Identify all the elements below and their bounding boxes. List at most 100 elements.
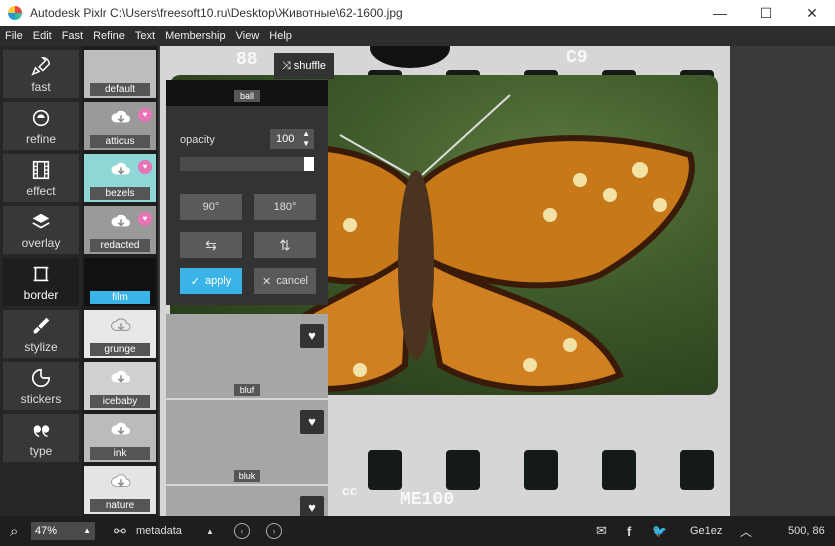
tool-overlay[interactable]: overlay: [3, 206, 79, 254]
thumb-label: ink: [90, 447, 150, 460]
rotate-180-button[interactable]: 180°: [254, 194, 316, 220]
film-variant-bluk[interactable]: ♥ bluk: [166, 400, 328, 484]
caret-up-icon[interactable]: ▲: [206, 516, 214, 546]
check-icon: ✓: [190, 275, 200, 288]
close-button[interactable]: ✕: [789, 0, 835, 26]
minimize-button[interactable]: —: [697, 0, 743, 26]
tool-stickers[interactable]: stickers: [3, 362, 79, 410]
film-code-bottom: ME100: [400, 490, 455, 510]
thumb-label: bezels: [90, 187, 150, 200]
opacity-spinner[interactable]: 100 ▲ ▼: [270, 129, 314, 149]
heart-icon[interactable]: ♥: [300, 324, 324, 348]
border-thumb-redacted[interactable]: ♥ redacted: [84, 206, 156, 254]
border-thumb-film[interactable]: film: [84, 258, 156, 306]
sticker-icon: [31, 368, 51, 387]
border-thumb-grunge[interactable]: grunge: [84, 310, 156, 358]
app-logo-icon: [8, 6, 22, 20]
caret-up-icon: ▲: [83, 526, 91, 535]
metadata-button[interactable]: metadata: [136, 516, 182, 546]
heart-icon[interactable]: ♥: [138, 108, 152, 122]
opacity-slider-fill: [180, 157, 314, 171]
tool-label: border: [23, 287, 59, 302]
border-thumb-bezels[interactable]: ♥ bezels: [84, 154, 156, 202]
shuffle-button[interactable]: ⤨ shuffle: [274, 53, 334, 79]
heart-icon[interactable]: ♥: [138, 212, 152, 226]
tool-label: overlay: [21, 235, 61, 250]
film-code-top: 88: [236, 50, 258, 70]
refine-icon: [32, 109, 50, 126]
tool-label: stylize: [24, 339, 58, 354]
tool-sidebar: fast refine effect overlay border styliz…: [0, 46, 82, 516]
menu-refine[interactable]: Refine: [88, 30, 130, 42]
apply-button[interactable]: ✓ apply: [180, 268, 242, 294]
variant-label: bluf: [234, 384, 260, 396]
username[interactable]: Ge1ez: [690, 516, 722, 546]
film-variant-list: ♥ bluf ♥ bluk ♥: [166, 308, 328, 516]
opacity-label: opacity: [180, 134, 215, 146]
film-code-right: C9: [566, 48, 588, 68]
mail-icon[interactable]: ✉: [596, 516, 607, 546]
film-variant-next[interactable]: ♥: [166, 486, 328, 516]
maximize-button[interactable]: ☐: [743, 0, 789, 26]
shuffle-label: shuffle: [293, 60, 327, 72]
overlay-label-ball: ball: [234, 90, 260, 102]
rotate-90-button[interactable]: 90°: [180, 194, 242, 220]
border-thumb-atticus[interactable]: ♥ atticus: [84, 102, 156, 150]
tool-effect[interactable]: effect: [3, 154, 79, 202]
tool-border[interactable]: border: [3, 258, 79, 306]
film-code-bottom-left: cc: [342, 484, 358, 499]
heart-icon[interactable]: ♥: [300, 496, 324, 516]
menu-help[interactable]: Help: [264, 30, 297, 42]
search-icon[interactable]: ⌕: [10, 516, 18, 546]
film-icon: [32, 160, 50, 179]
thumb-label: nature: [90, 499, 150, 512]
cancel-label: cancel: [276, 275, 308, 287]
zoom-value: 47%: [35, 525, 58, 537]
cloud-download-icon: [111, 162, 130, 175]
flip-vertical-button[interactable]: ⇅: [254, 232, 316, 258]
menu-text[interactable]: Text: [130, 30, 160, 42]
twitter-icon[interactable]: 🐦: [652, 516, 667, 546]
menu-fast[interactable]: Fast: [57, 30, 88, 42]
border-thumb-icebaby[interactable]: icebaby: [84, 362, 156, 410]
heart-icon[interactable]: ♥: [300, 410, 324, 434]
tool-fast[interactable]: fast: [3, 50, 79, 98]
tool-label: effect: [26, 183, 56, 198]
metadata-icon: ⚯: [114, 522, 126, 539]
border-icon: [33, 266, 49, 281]
zoom-input[interactable]: 47% ▲: [31, 522, 95, 540]
border-thumb-ink[interactable]: ink: [84, 414, 156, 462]
opacity-value: 100: [276, 133, 295, 145]
menu-view[interactable]: View: [231, 30, 265, 42]
next-arrow-button[interactable]: ›: [266, 516, 282, 546]
menu-membership[interactable]: Membership: [160, 30, 231, 42]
brush-icon: [33, 317, 50, 333]
facebook-icon[interactable]: f: [627, 516, 631, 546]
tool-stylize[interactable]: stylize: [3, 310, 79, 358]
layers-icon: [32, 213, 50, 228]
border-thumb-nature[interactable]: nature: [84, 466, 156, 514]
flip-horizontal-button[interactable]: ⇆: [180, 232, 242, 258]
thumb-label: default: [90, 83, 150, 96]
chevron-up-icon[interactable]: ︿: [740, 516, 752, 546]
cursor-coordinates: 500, 86: [788, 525, 825, 537]
menu-file[interactable]: File: [0, 30, 28, 42]
tool-label: fast: [31, 79, 51, 94]
border-thumb-default[interactable]: default: [84, 50, 156, 98]
tool-label: stickers: [20, 391, 62, 406]
prev-arrow-button[interactable]: ‹: [234, 516, 250, 546]
status-bar: ⌕ 47% ▲ ⚯ metadata ▲ ‹ › ✉ f 🐦 Ge1ez ︿ 5…: [0, 516, 835, 546]
cloud-download-icon: [111, 318, 131, 331]
menu-edit[interactable]: Edit: [28, 30, 57, 42]
heart-icon[interactable]: ♥: [138, 160, 152, 174]
tool-refine[interactable]: refine: [3, 102, 79, 150]
thumb-label: film: [90, 291, 150, 304]
border-thumbnails: default ♥ atticus ♥ bezels ♥ redacted fi…: [82, 46, 158, 516]
tool-type[interactable]: type: [3, 414, 79, 462]
variant-label: bluk: [234, 470, 260, 482]
thumb-label: atticus: [90, 135, 150, 148]
opacity-slider-knob[interactable]: [304, 157, 314, 171]
film-variant-bluf[interactable]: ♥ bluf: [166, 314, 328, 398]
cancel-button[interactable]: ✕ cancel: [254, 268, 316, 294]
opacity-slider[interactable]: [180, 157, 314, 171]
